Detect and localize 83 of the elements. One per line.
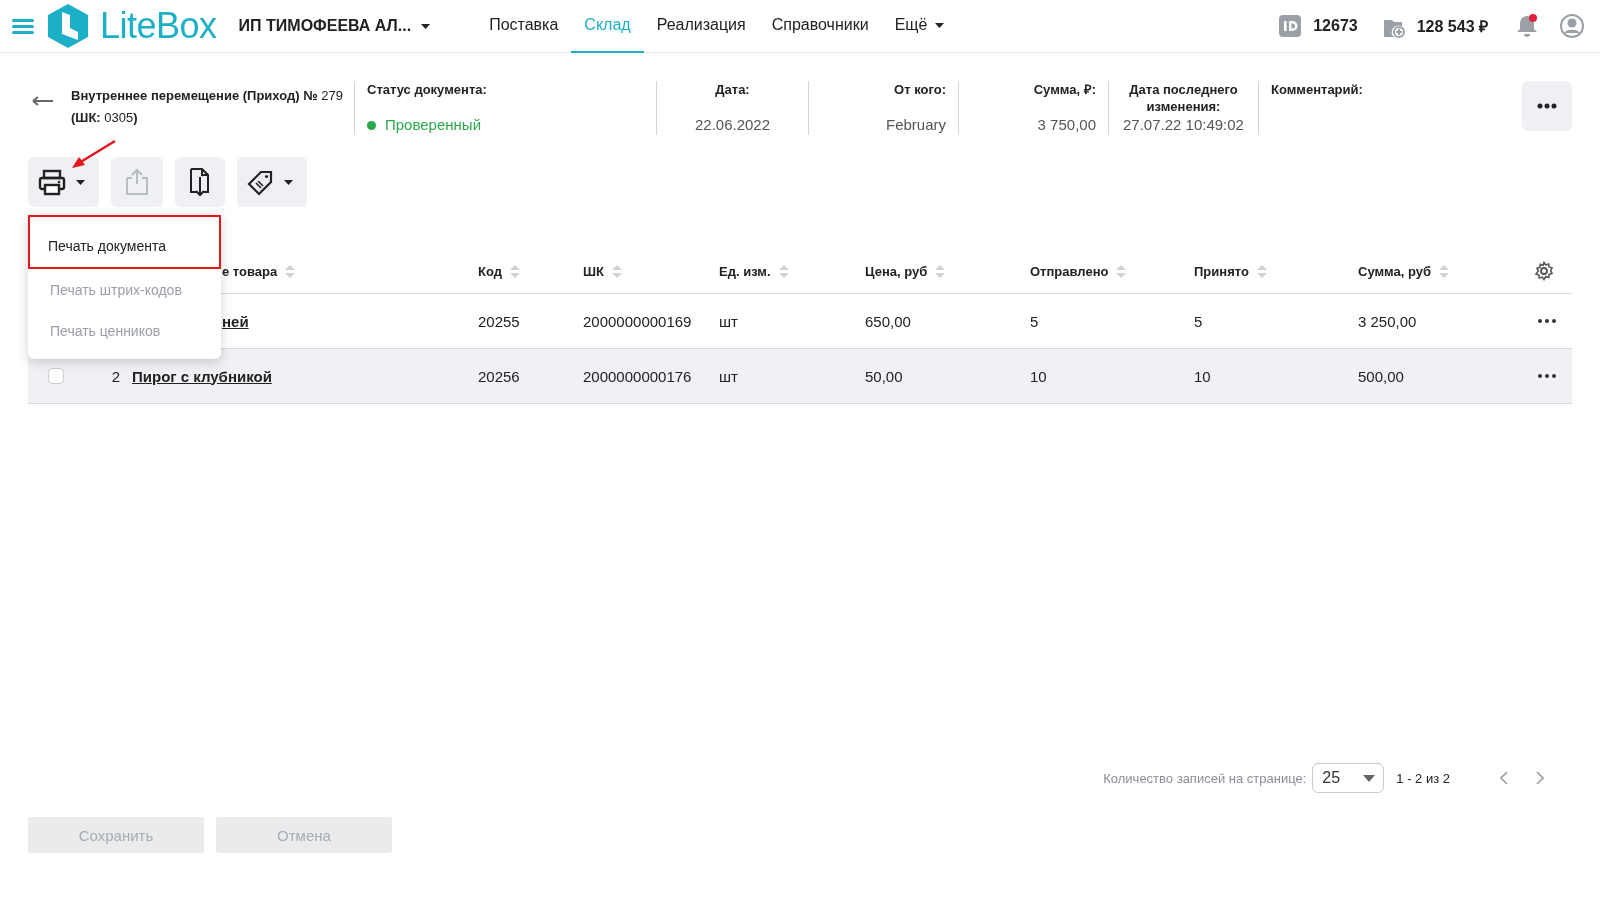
share-icon: [123, 168, 151, 196]
document-title: Внутреннее перемещение (Приход) № 279 (ШК: 0305): [71, 87, 345, 127]
sort-icon[interactable]: [1439, 264, 1449, 278]
more-button[interactable]: [1522, 81, 1572, 131]
column-header[interactable]: Отправлено: [1030, 263, 1109, 279]
page-size-select[interactable]: 25: [1312, 763, 1385, 793]
field-value: 27.07.22 10:49:02: [1123, 115, 1244, 135]
more-icon: [1537, 103, 1557, 109]
table-cell-text: 500,00: [1358, 367, 1405, 385]
status-value: Проверенный: [385, 115, 482, 135]
balance: 128 543 ₽: [1416, 17, 1488, 37]
print-button[interactable]: [28, 157, 99, 207]
annotation-arrow: [70, 139, 117, 170]
column-header[interactable]: Сумма, руб: [1358, 263, 1431, 279]
avatar-icon[interactable]: [1560, 14, 1584, 38]
column-header[interactable]: Принято: [1194, 263, 1249, 279]
settings-icon[interactable]: [1534, 261, 1554, 281]
sort-icon[interactable]: [612, 264, 622, 278]
table-cell-text: 5: [1030, 312, 1040, 330]
nav-tab[interactable]: Реализация: [643, 0, 759, 53]
product-link[interactable]: Пирог с клубникой: [132, 367, 478, 385]
price-tag-icon: [247, 168, 274, 196]
column-header[interactable]: ШК: [583, 263, 604, 279]
table-cell-text: 2000000000176: [583, 367, 693, 385]
file-download-icon: [188, 167, 212, 197]
more-icon[interactable]: [1538, 319, 1556, 323]
printer-icon: [38, 168, 66, 196]
nav-tab[interactable]: Поставка: [476, 0, 572, 53]
column-header[interactable]: Ед. изм.: [719, 263, 771, 279]
sort-icon[interactable]: [1256, 264, 1267, 278]
table-cell-text: 10: [1030, 367, 1048, 385]
field-label: Сумма, ₽:: [1033, 81, 1096, 98]
row-checkbox[interactable]: [48, 368, 64, 384]
page-size-label: Количество записей на странице:: [1103, 770, 1307, 786]
caret-icon: [421, 23, 431, 29]
sort-icon[interactable]: [778, 264, 789, 278]
chevron-right-icon[interactable]: [1536, 771, 1544, 785]
table-cell-text: 5: [1194, 312, 1204, 330]
caret-icon: [935, 22, 945, 28]
caret-icon: [76, 179, 85, 185]
id-icon: [1279, 15, 1302, 37]
table-cell-text: 10: [1194, 367, 1212, 385]
caret-icon: [1363, 774, 1376, 782]
field-label: От кого:: [894, 81, 946, 98]
back-arrow-icon[interactable]: [32, 95, 53, 107]
table-row[interactable]: 2 Пирог с клубникой 20256 2000000000176 шт 50,00 10 10 500,00: [28, 349, 1572, 404]
sort-icon[interactable]: [935, 264, 946, 278]
column-header[interactable]: Цена, руб: [865, 263, 928, 279]
field-value: February: [885, 115, 946, 135]
bell-icon[interactable]: [1516, 14, 1538, 38]
table-cell-text: 650,00: [865, 312, 912, 330]
field-label: Дата:: [715, 81, 750, 98]
field-label: Дата последнего изменения:: [1128, 81, 1239, 115]
column-header[interactable]: е товара: [222, 263, 278, 279]
table-cell-text: 20255: [478, 312, 521, 330]
tag-button[interactable]: [237, 157, 307, 207]
download-button[interactable]: [175, 157, 225, 207]
cube-logo-icon: [48, 4, 88, 48]
table-cell-text: 20256: [478, 367, 521, 385]
menu-icon[interactable]: [12, 18, 34, 34]
nav-tab[interactable]: Справочники: [758, 0, 882, 53]
table-cell-text: 3 250,00: [1358, 312, 1418, 330]
field-value: 3 750,00: [1037, 115, 1096, 135]
caret-icon: [284, 179, 293, 185]
table-cell-text: шт: [719, 367, 739, 385]
field-label: Статус документа:: [367, 81, 487, 98]
table-cell-text: 2000000000169: [583, 312, 693, 330]
nav-tab[interactable]: Ещё: [881, 0, 958, 53]
sort-icon[interactable]: [1116, 264, 1127, 278]
field-label: Комментарий:: [1271, 81, 1363, 98]
more-icon[interactable]: [1538, 374, 1556, 378]
menu-item[interactable]: Печать документа: [28, 215, 221, 269]
page-range: 1 - 2 из 2: [1396, 770, 1450, 786]
field-value: 22.06.2022: [694, 115, 771, 135]
company-selector[interactable]: ИП ТИМОФЕЕВА АЛ...: [238, 17, 431, 35]
table-cell-text: шт: [719, 312, 739, 330]
chevron-left-icon[interactable]: [1500, 771, 1508, 785]
sort-icon[interactable]: [285, 264, 296, 278]
row-number: 2: [111, 367, 121, 385]
account-id: 12673: [1313, 17, 1358, 35]
sort-icon[interactable]: [509, 264, 520, 278]
table-cell-text: 50,00: [865, 367, 904, 385]
column-header[interactable]: Код: [478, 263, 502, 279]
